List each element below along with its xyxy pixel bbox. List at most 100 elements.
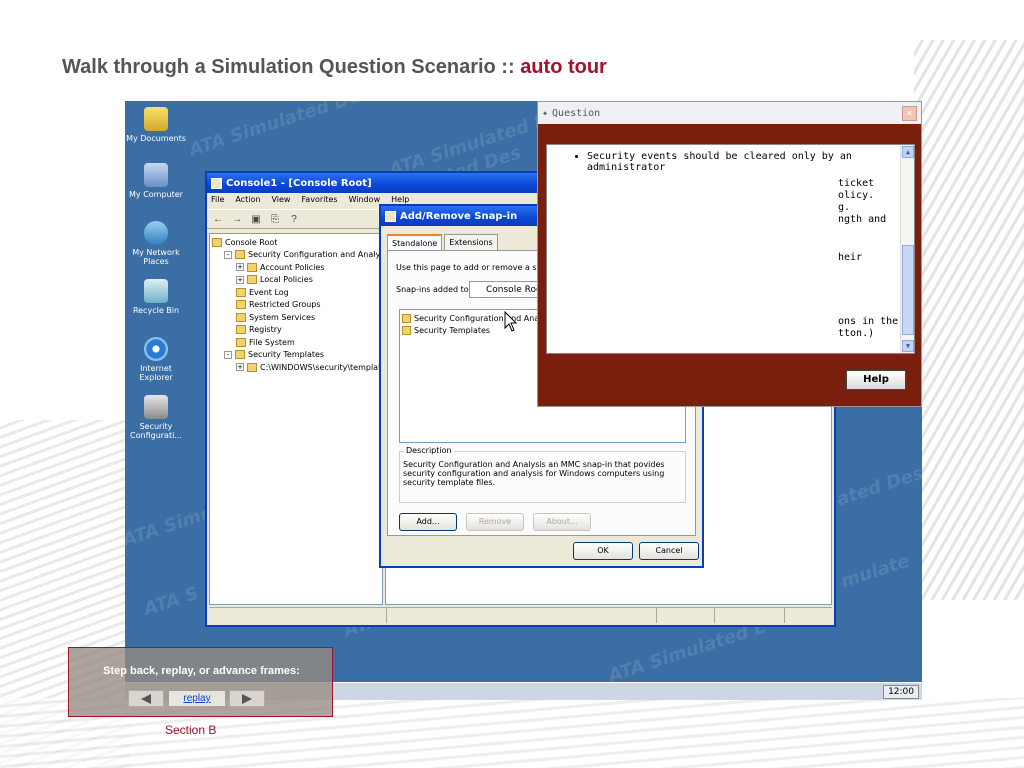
console-tree-pane: Console Root - Security Configuration and … <box>209 233 383 605</box>
expand-icon[interactable]: + <box>236 263 244 272</box>
tree-item[interactable]: Event Log <box>212 286 380 299</box>
status-cell <box>715 608 785 623</box>
status-cell <box>657 608 715 623</box>
background-stripes-right <box>914 40 1024 600</box>
collapse-icon[interactable]: - <box>224 250 232 259</box>
tree-item-label: Local Policies <box>260 275 313 285</box>
watermark: ated Des <box>833 462 922 511</box>
scroll-thumb[interactable] <box>902 245 914 335</box>
snapin-item-icon <box>402 325 411 335</box>
menu-file[interactable]: File <box>211 195 224 207</box>
scroll-down-icon[interactable]: ▼ <box>902 340 914 352</box>
tree-item[interactable]: File System <box>212 336 380 349</box>
tree-item[interactable]: - Security Configuration and Analysis <box>212 249 382 262</box>
expand-icon[interactable]: + <box>236 363 244 372</box>
menu-action[interactable]: Action <box>235 195 260 207</box>
question-text-fragment: g. <box>838 202 851 213</box>
tree-item-label: File System <box>249 337 295 347</box>
cancel-button[interactable]: Cancel <box>639 542 699 560</box>
ok-button[interactable]: OK <box>573 542 633 560</box>
replay-link[interactable]: replay <box>169 691 225 706</box>
tree-item[interactable]: Registry <box>212 324 380 337</box>
folder-icon <box>236 287 246 297</box>
folder-icon <box>235 350 245 360</box>
remove-button[interactable]: Remove <box>466 513 524 531</box>
desktop-icon-internet-explorer[interactable]: Internet Explorer <box>125 337 187 382</box>
folder-icon <box>235 250 245 260</box>
question-text-fragment: ons in the <box>838 316 899 327</box>
my-computer-icon <box>144 163 168 187</box>
triangle-right-icon <box>242 694 252 704</box>
tab-extensions[interactable]: Extensions <box>444 234 498 251</box>
network-places-icon <box>144 221 168 245</box>
watermark: ATA Simulated Des <box>186 101 374 161</box>
section-label: Section B <box>165 723 217 737</box>
desktop-icon-label: My Computer <box>129 190 183 199</box>
tree-item[interactable]: System Services <box>212 311 380 324</box>
about-button[interactable]: About... <box>533 513 591 531</box>
slide-title-accent: auto tour <box>520 56 607 78</box>
desktop-icon-my-computer[interactable]: My Computer <box>125 163 187 199</box>
help-button-label: Help <box>863 374 889 385</box>
list-item-label: Security Templates <box>414 325 491 335</box>
back-arrow-icon[interactable]: ← <box>211 214 225 225</box>
question-text-fragment: heir <box>838 252 863 263</box>
question-text-area: Security events should be cleared only b… <box>546 144 915 354</box>
taskbar-clock: 12:00 <box>883 685 919 699</box>
desktop-icon-security-config[interactable]: Security Configurati... <box>125 395 187 440</box>
slide-title-main: Walk through a Simulation Question Scena… <box>62 56 521 78</box>
desktop-icon-label: My Documents <box>126 134 186 143</box>
question-scrollbar[interactable]: ▲ ▼ <box>900 145 914 353</box>
forward-arrow-icon[interactable]: → <box>230 214 244 225</box>
folder-icon <box>247 275 257 285</box>
desktop-icon-label: Internet Explorer <box>139 364 173 382</box>
question-titlebar: ✦ Question ✕ <box>538 102 921 124</box>
desktop-icon-network-places[interactable]: My Network Places <box>125 221 187 266</box>
console-app-icon <box>211 177 222 189</box>
help-button[interactable]: Help <box>846 370 906 390</box>
tree-item-label: Event Log <box>249 287 289 297</box>
dialog-app-icon <box>385 210 396 222</box>
question-bullet: Security events should be cleared only b… <box>587 151 900 173</box>
tree-item[interactable]: Console Root <box>212 236 380 249</box>
export-list-icon[interactable]: ⎘ <box>268 214 282 225</box>
expand-icon[interactable]: + <box>236 275 244 284</box>
my-documents-icon <box>144 107 168 131</box>
tree-item-label: Security Templates <box>248 350 325 360</box>
desktop-icon-recycle-bin[interactable]: Recycle Bin <box>125 279 187 315</box>
help-topic-icon[interactable]: ? <box>287 214 301 225</box>
folder-icon <box>236 312 246 322</box>
previous-frame-button[interactable] <box>128 690 164 707</box>
tree-item[interactable]: Restricted Groups <box>212 299 380 312</box>
slide-title: Walk through a Simulation Question Scena… <box>62 56 607 79</box>
description-text: Security Configuration and Analysis an M… <box>403 460 665 487</box>
tree-item[interactable]: + C:\WINDOWS\security\templates <box>212 361 382 374</box>
desktop-icon-my-documents[interactable]: My Documents <box>125 107 187 143</box>
tree-item[interactable]: - Security Templates <box>212 349 380 362</box>
show-hide-tree-icon[interactable]: ▣ <box>249 214 263 225</box>
menu-window[interactable]: Window <box>349 195 381 207</box>
scroll-up-icon[interactable]: ▲ <box>902 146 914 158</box>
tree-item[interactable]: + Account Policies <box>212 261 380 274</box>
folder-icon <box>236 300 246 310</box>
mouse-cursor-icon <box>504 311 518 332</box>
menu-view[interactable]: View <box>271 195 290 207</box>
security-config-icon <box>144 395 168 419</box>
tree-item-label: Console Root <box>225 237 278 247</box>
add-button[interactable]: Add... <box>399 513 457 531</box>
tree-item-label: Registry <box>249 325 282 335</box>
console-statusbar <box>209 607 832 623</box>
watermark: ATA S <box>141 582 202 621</box>
next-frame-button[interactable] <box>229 690 265 707</box>
close-icon[interactable]: ✕ <box>902 105 917 121</box>
nav-label: Step back, replay, or advance frames: <box>103 665 300 677</box>
menu-favorites[interactable]: Favorites <box>301 195 337 207</box>
question-app-icon: ✦ <box>542 107 549 119</box>
snapin-item-icon <box>402 313 411 323</box>
tree-item[interactable]: + Local Policies <box>212 274 380 287</box>
collapse-icon[interactable]: - <box>224 350 232 359</box>
question-text-fragment: tton.) <box>838 328 875 339</box>
tab-standalone[interactable]: Standalone <box>387 234 443 251</box>
snapins-added-to-label: Snap-ins added to: <box>396 285 472 294</box>
watermark: mulate <box>838 550 913 593</box>
